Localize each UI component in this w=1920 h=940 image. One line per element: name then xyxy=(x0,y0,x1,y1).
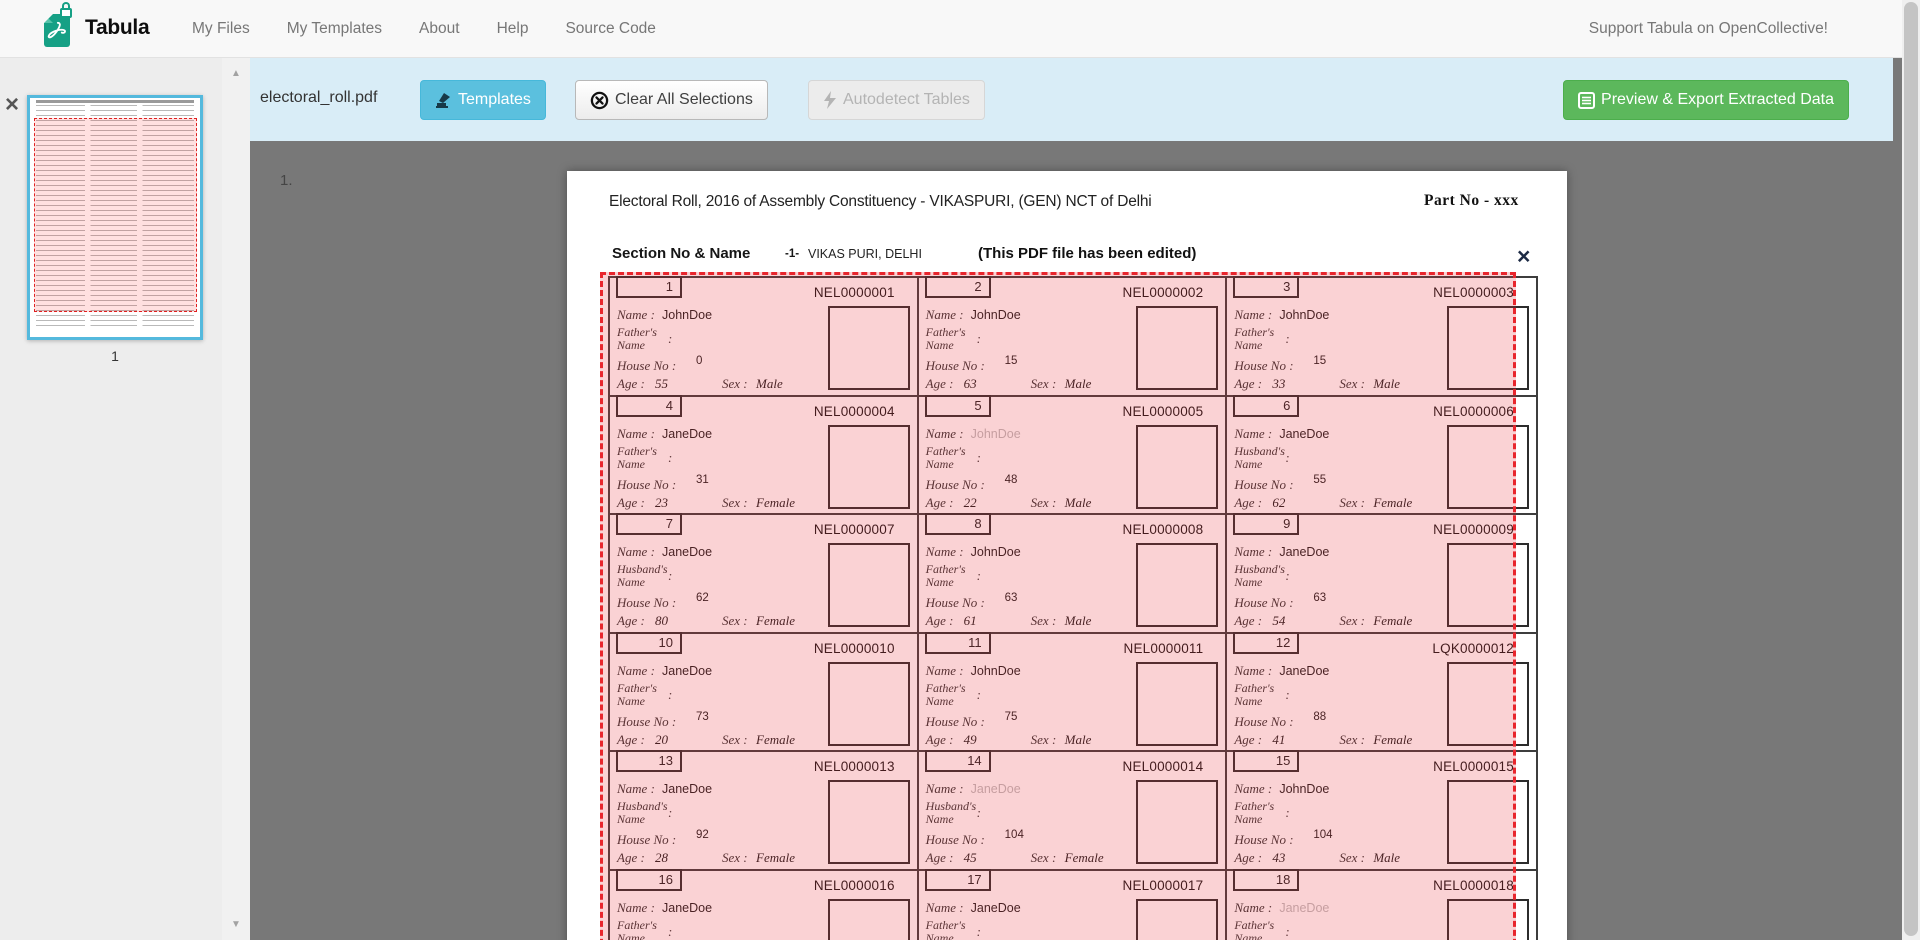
scroll-down-icon[interactable]: ▼ xyxy=(222,919,250,930)
nav-my-files[interactable]: My Files xyxy=(192,20,250,38)
section-label: Section No & Name xyxy=(612,245,750,262)
part-number: Part No - xxx xyxy=(1424,192,1519,210)
thumbnail-page-number: 1 xyxy=(27,348,203,364)
clear-all-selections-button[interactable]: Clear All Selections xyxy=(575,80,768,120)
table-list-icon xyxy=(1578,92,1595,109)
nav-source-code[interactable]: Source Code xyxy=(565,20,655,38)
preview-export-button[interactable]: Preview & Export Extracted Data xyxy=(1563,80,1849,120)
pdf-page[interactable]: Electoral Roll, 2016 of Assembly Constit… xyxy=(567,171,1567,940)
page-scrollbar[interactable] xyxy=(1902,0,1920,940)
nav-about[interactable]: About xyxy=(419,20,460,38)
autodetect-tables-button[interactable]: Autodetect Tables xyxy=(808,80,985,120)
export-button-label: Preview & Export Extracted Data xyxy=(1601,91,1834,109)
section-place: VIKAS PURI, DELHI xyxy=(808,247,922,261)
document-filename: electoral_roll.pdf xyxy=(260,89,377,107)
edited-note: (This PDF file has been edited) xyxy=(978,245,1196,262)
page-thumbnail[interactable] xyxy=(27,95,203,340)
clear-button-label: Clear All Selections xyxy=(615,91,753,109)
section-number: -1- xyxy=(785,248,799,260)
tabula-pdf-lock-icon xyxy=(44,8,76,48)
navbar: Tabula My Files My Templates About Help … xyxy=(0,0,1902,58)
nav-my-templates[interactable]: My Templates xyxy=(287,20,382,38)
circle-x-icon xyxy=(590,91,609,110)
autodetect-button-label: Autodetect Tables xyxy=(843,91,970,109)
remove-page-button[interactable]: × xyxy=(5,94,19,116)
scroll-up-icon[interactable]: ▲ xyxy=(222,68,250,79)
pdf-document-title: Electoral Roll, 2016 of Assembly Constit… xyxy=(609,193,1152,211)
toolbar: electoral_roll.pdf Templates Clear All S… xyxy=(250,58,1893,141)
sidebar-scrollbar[interactable]: ▲ ▼ xyxy=(222,58,250,940)
page-marker: 1. xyxy=(280,172,293,189)
thumbnail-header-line xyxy=(36,100,194,103)
page-thumbnail-sidebar: × 1 xyxy=(0,58,222,940)
pdf-viewer: 1. Electoral Roll, 2016 of Assembly Cons… xyxy=(250,58,1902,940)
lightning-icon xyxy=(823,91,837,109)
scrollbar-thumb[interactable] xyxy=(1904,2,1918,936)
templates-button[interactable]: Templates xyxy=(420,80,546,120)
selection-close-icon[interactable]: × xyxy=(1517,245,1530,267)
nav-help[interactable]: Help xyxy=(497,20,529,38)
stamp-icon xyxy=(435,92,452,109)
thumbnail-selection-rect xyxy=(34,118,197,312)
selection-overlay[interactable] xyxy=(600,272,1516,940)
support-link[interactable]: Support Tabula on OpenCollective! xyxy=(1589,0,1828,58)
nav-links: My Files My Templates About Help Source … xyxy=(192,0,656,58)
brand-link[interactable]: Tabula xyxy=(44,8,149,48)
brand-title: Tabula xyxy=(85,16,149,40)
templates-button-label: Templates xyxy=(458,91,531,109)
